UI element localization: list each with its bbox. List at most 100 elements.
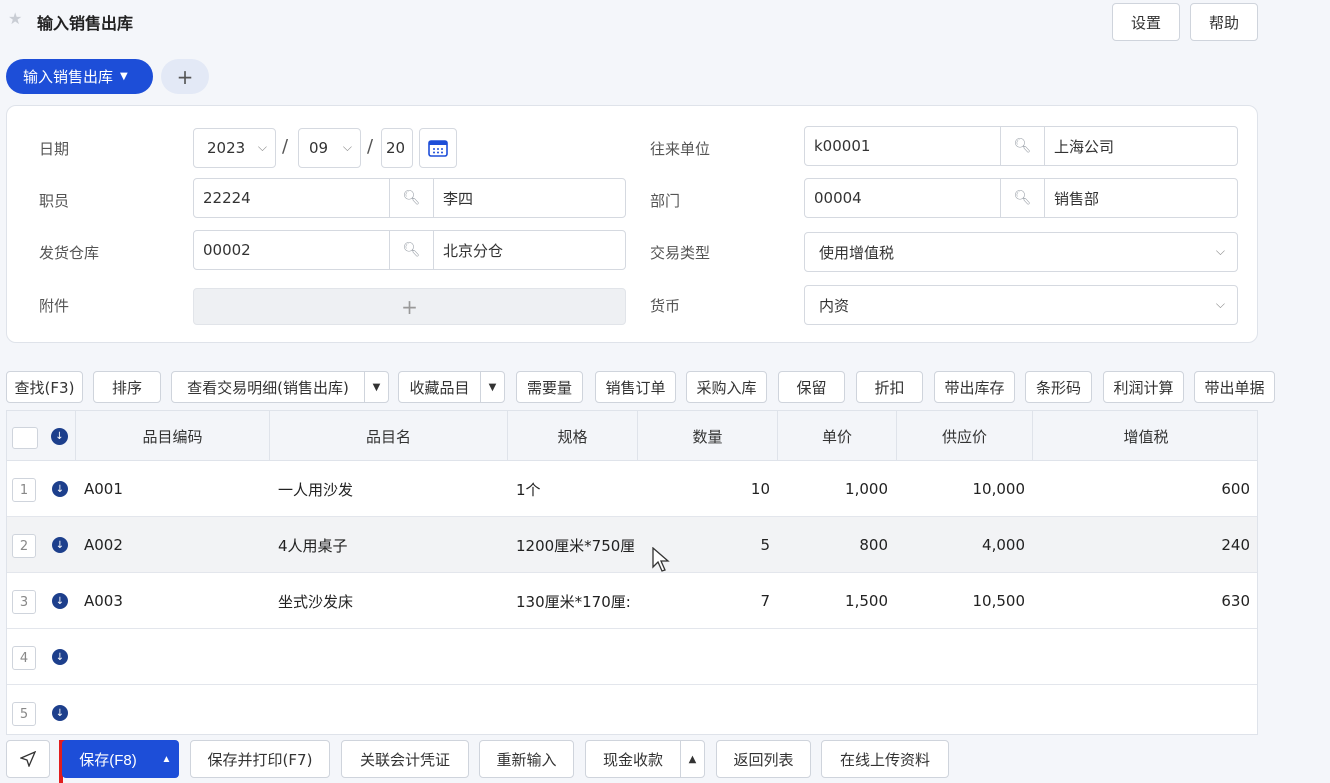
demand-button[interactable]: 需要量 xyxy=(516,371,583,403)
year-select[interactable]: 2023 ⌵ xyxy=(193,128,276,168)
calendar-button[interactable] xyxy=(419,128,457,168)
trade-type-label: 交易类型 xyxy=(650,244,711,262)
item-supply[interactable]: 10,000 xyxy=(897,461,1026,517)
arrow-down-circle-icon[interactable]: ↓ xyxy=(52,593,68,609)
column-header[interactable]: 增值税 xyxy=(1033,411,1257,461)
item-code[interactable]: A003 xyxy=(84,573,123,629)
arrow-down-circle-icon[interactable]: ↓ xyxy=(52,537,68,553)
day-input[interactable]: 20 xyxy=(381,128,413,168)
find-button[interactable]: 查找(F3) xyxy=(6,371,83,403)
warehouse-field[interactable]: 00002 🔍︎ 北京分仓 xyxy=(193,230,626,270)
help-button[interactable]: 帮助 xyxy=(1190,3,1258,41)
discount-button[interactable]: 折扣 xyxy=(856,371,923,403)
reenter-button[interactable]: 重新输入 xyxy=(479,740,574,778)
table-row[interactable]: 5 ↓ xyxy=(7,685,1257,734)
item-price[interactable]: 1,000 xyxy=(778,461,888,517)
cash-receipt-button[interactable]: 现金收款 xyxy=(585,740,681,778)
department-code-input[interactable]: 00004 xyxy=(805,179,1000,217)
department-name-input[interactable]: 销售部 xyxy=(1044,179,1237,217)
item-price[interactable]: 800 xyxy=(778,517,888,573)
table-row[interactable]: 1 ↓ A001 一人用沙发 1个 10 1,000 10,000 600 xyxy=(7,461,1257,517)
back-to-list-button[interactable]: 返回列表 xyxy=(716,740,811,778)
department-field[interactable]: 00004 🔍︎ 销售部 xyxy=(804,178,1238,218)
column-header[interactable]: 品目名 xyxy=(270,411,508,461)
link-voucher-button[interactable]: 关联会计凭证 xyxy=(341,740,469,778)
table-row[interactable]: 4 ↓ xyxy=(7,629,1257,685)
bring-docs-button[interactable]: 带出单据 xyxy=(1194,371,1275,403)
item-code[interactable]: A001 xyxy=(84,461,123,517)
search-icon[interactable]: 🔍︎ xyxy=(1000,127,1044,165)
select-all-checkbox[interactable] xyxy=(12,427,38,449)
calendar-icon xyxy=(428,140,448,157)
arrow-down-circle-icon[interactable]: ↓ xyxy=(51,428,68,445)
item-spec[interactable]: 1个 xyxy=(516,461,634,517)
settings-button[interactable]: 设置 xyxy=(1112,3,1180,41)
profit-calc-button[interactable]: 利润计算 xyxy=(1103,371,1184,403)
month-select[interactable]: 09 ⌵ xyxy=(298,128,361,168)
search-icon[interactable]: 🔍︎ xyxy=(1000,179,1044,217)
view-detail-dropdown-icon[interactable]: ▼ xyxy=(364,371,389,403)
item-qty[interactable]: 7 xyxy=(638,573,770,629)
arrow-down-circle-icon[interactable]: ↓ xyxy=(52,705,68,721)
partner-field[interactable]: k00001 🔍︎ 上海公司 xyxy=(804,126,1238,166)
search-icon[interactable]: 🔍︎ xyxy=(389,179,433,217)
column-header[interactable]: 规格 xyxy=(508,411,638,461)
column-header[interactable]: 品目编码 xyxy=(76,411,270,461)
save-print-button[interactable]: 保存并打印(F7) xyxy=(190,740,330,778)
upload-button[interactable]: 在线上传资料 xyxy=(821,740,949,778)
column-header[interactable]: 单价 xyxy=(778,411,897,461)
item-spec[interactable]: 130厘米*170厘: xyxy=(516,573,634,629)
favorite-star-icon[interactable]: ★ xyxy=(8,9,22,28)
employee-code-input[interactable]: 22224 xyxy=(194,179,389,217)
reserve-button[interactable]: 保留 xyxy=(778,371,845,403)
item-name[interactable]: 坐式沙发床 xyxy=(278,573,353,629)
favorites-dropdown-icon[interactable]: ▼ xyxy=(480,371,505,403)
currency-select[interactable]: 内资 ⌵ xyxy=(804,285,1238,325)
send-icon[interactable] xyxy=(6,740,50,778)
view-detail-button[interactable]: 查看交易明细(销售出库) xyxy=(171,371,365,403)
item-name[interactable]: 一人用沙发 xyxy=(278,461,353,517)
day-value: 20 xyxy=(386,139,406,157)
warehouse-code-input[interactable]: 00002 xyxy=(194,231,389,269)
item-supply[interactable]: 4,000 xyxy=(897,517,1025,573)
date-label: 日期 xyxy=(39,140,70,158)
tab-sales-out[interactable]: 输入销售出库 ▼ xyxy=(6,59,153,94)
warehouse-name-input[interactable]: 北京分仓 xyxy=(433,231,625,269)
arrow-down-circle-icon[interactable]: ↓ xyxy=(52,649,68,665)
barcode-button[interactable]: 条形码 xyxy=(1025,371,1092,403)
cash-receipt-dropdown-icon[interactable]: ▲ xyxy=(680,740,705,778)
add-tab-button[interactable]: + xyxy=(161,59,209,94)
attachment-add-button[interactable]: + xyxy=(193,288,626,325)
save-dropdown-icon[interactable]: ▲ xyxy=(154,740,179,778)
search-icon[interactable]: 🔍︎ xyxy=(389,231,433,269)
item-name[interactable]: 4人用桌子 xyxy=(278,517,348,573)
trade-type-select[interactable]: 使用增值税 ⌵ xyxy=(804,232,1238,272)
table-row[interactable]: 3 ↓ A003 坐式沙发床 130厘米*170厘: 7 1,500 10,50… xyxy=(7,573,1257,629)
item-code[interactable]: A002 xyxy=(84,517,123,573)
arrow-down-circle-icon[interactable]: ↓ xyxy=(52,481,68,497)
column-header[interactable]: 供应价 xyxy=(897,411,1033,461)
caret-down-icon: ▼ xyxy=(120,71,128,82)
items-grid: ↓ 品目编码 品目名 规格 数量 单价 供应价 增值税 1 ↓ A001 一人用… xyxy=(6,410,1258,735)
item-price[interactable]: 1,500 xyxy=(778,573,888,629)
save-button[interactable]: 保存(F8) xyxy=(62,740,154,778)
table-row[interactable]: 2 ↓ A002 4人用桌子 1200厘米*750厘 5 800 4,000 2… xyxy=(7,517,1257,573)
favorites-button[interactable]: 收藏品目 xyxy=(398,371,481,403)
sales-order-button[interactable]: 销售订单 xyxy=(595,371,676,403)
employee-name-input[interactable]: 李四 xyxy=(433,179,625,217)
partner-code-input[interactable]: k00001 xyxy=(805,127,1000,165)
employee-field[interactable]: 22224 🔍︎ 李四 xyxy=(193,178,626,218)
sort-button[interactable]: 排序 xyxy=(93,371,161,403)
item-spec[interactable]: 1200厘米*750厘 xyxy=(516,517,634,573)
bring-stock-button[interactable]: 带出库存 xyxy=(934,371,1015,403)
item-qty[interactable]: 10 xyxy=(638,461,770,517)
item-vat[interactable]: 600 xyxy=(1033,461,1250,517)
item-supply[interactable]: 10,500 xyxy=(897,573,1026,629)
purchase-in-button[interactable]: 采购入库 xyxy=(686,371,767,403)
item-vat[interactable]: 240 xyxy=(1033,517,1250,573)
partner-name-input[interactable]: 上海公司 xyxy=(1044,127,1237,165)
column-header[interactable]: 数量 xyxy=(638,411,778,461)
item-vat[interactable]: 630 xyxy=(1033,573,1250,629)
chevron-down-icon: ⌵ xyxy=(1215,297,1225,311)
row-number: 1 xyxy=(12,478,36,502)
